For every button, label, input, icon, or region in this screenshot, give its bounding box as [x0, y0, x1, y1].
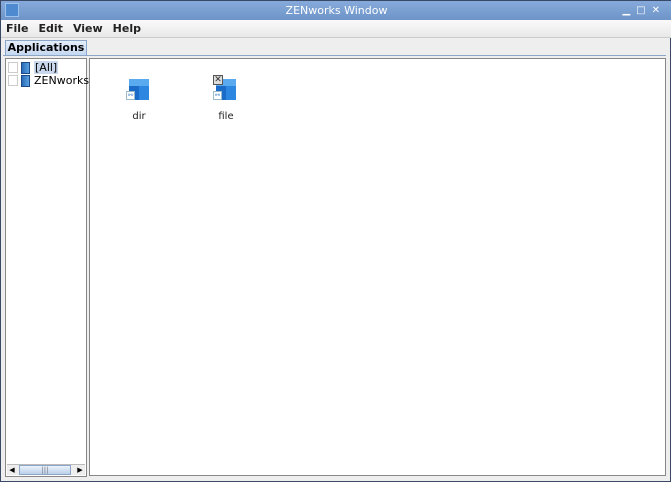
scroll-thumb[interactable]: |||	[19, 465, 71, 475]
tree-checkbox[interactable]	[8, 62, 18, 73]
disabled-x-icon: ✕	[213, 75, 223, 85]
tab-divider	[3, 55, 666, 56]
menu-bar: File Edit View Help	[1, 20, 671, 38]
app-label: file	[218, 111, 234, 122]
application-cube-icon: ⚯	[126, 79, 150, 101]
menu-view[interactable]: View	[68, 20, 108, 37]
app-item-file[interactable]: ⚯ ✕ file	[196, 75, 256, 122]
application-area: ⚯ dir ⚯ ✕ file	[89, 58, 666, 476]
app-icon[interactable]	[5, 3, 19, 17]
app-label: dir	[132, 111, 146, 122]
tree-node-all[interactable]: [All]	[8, 61, 59, 74]
minimize-icon[interactable]: ▁	[622, 5, 636, 16]
window-title: ZENworks Window	[285, 4, 388, 17]
application-cube-icon: ⚯ ✕	[213, 75, 237, 101]
tree-label: [All]	[34, 61, 59, 74]
tab-applications[interactable]: Applications	[5, 40, 87, 55]
folder-book-icon	[21, 61, 30, 74]
tree-node-zenworks[interactable]: ZENworks	[8, 74, 89, 87]
menu-help[interactable]: Help	[108, 20, 146, 37]
maximize-icon[interactable]: □	[636, 5, 651, 16]
menu-edit[interactable]: Edit	[34, 20, 68, 37]
app-item-dir[interactable]: ⚯ dir	[109, 79, 169, 122]
scroll-right-icon[interactable]: ▶	[75, 465, 85, 475]
menu-file[interactable]: File	[1, 20, 34, 37]
title-bar: ZENworks Window ▁□✕	[1, 1, 671, 20]
scroll-left-icon[interactable]: ◀	[7, 465, 17, 475]
tree-label: ZENworks	[34, 74, 90, 87]
horizontal-scrollbar[interactable]: ◀ ||| ▶	[7, 464, 85, 475]
folder-book-icon	[21, 74, 30, 87]
tree-checkbox[interactable]	[8, 75, 18, 86]
close-icon[interactable]: ✕	[652, 5, 666, 16]
folder-tree: [All] ZENworks ◀ ||| ▶	[5, 58, 89, 477]
